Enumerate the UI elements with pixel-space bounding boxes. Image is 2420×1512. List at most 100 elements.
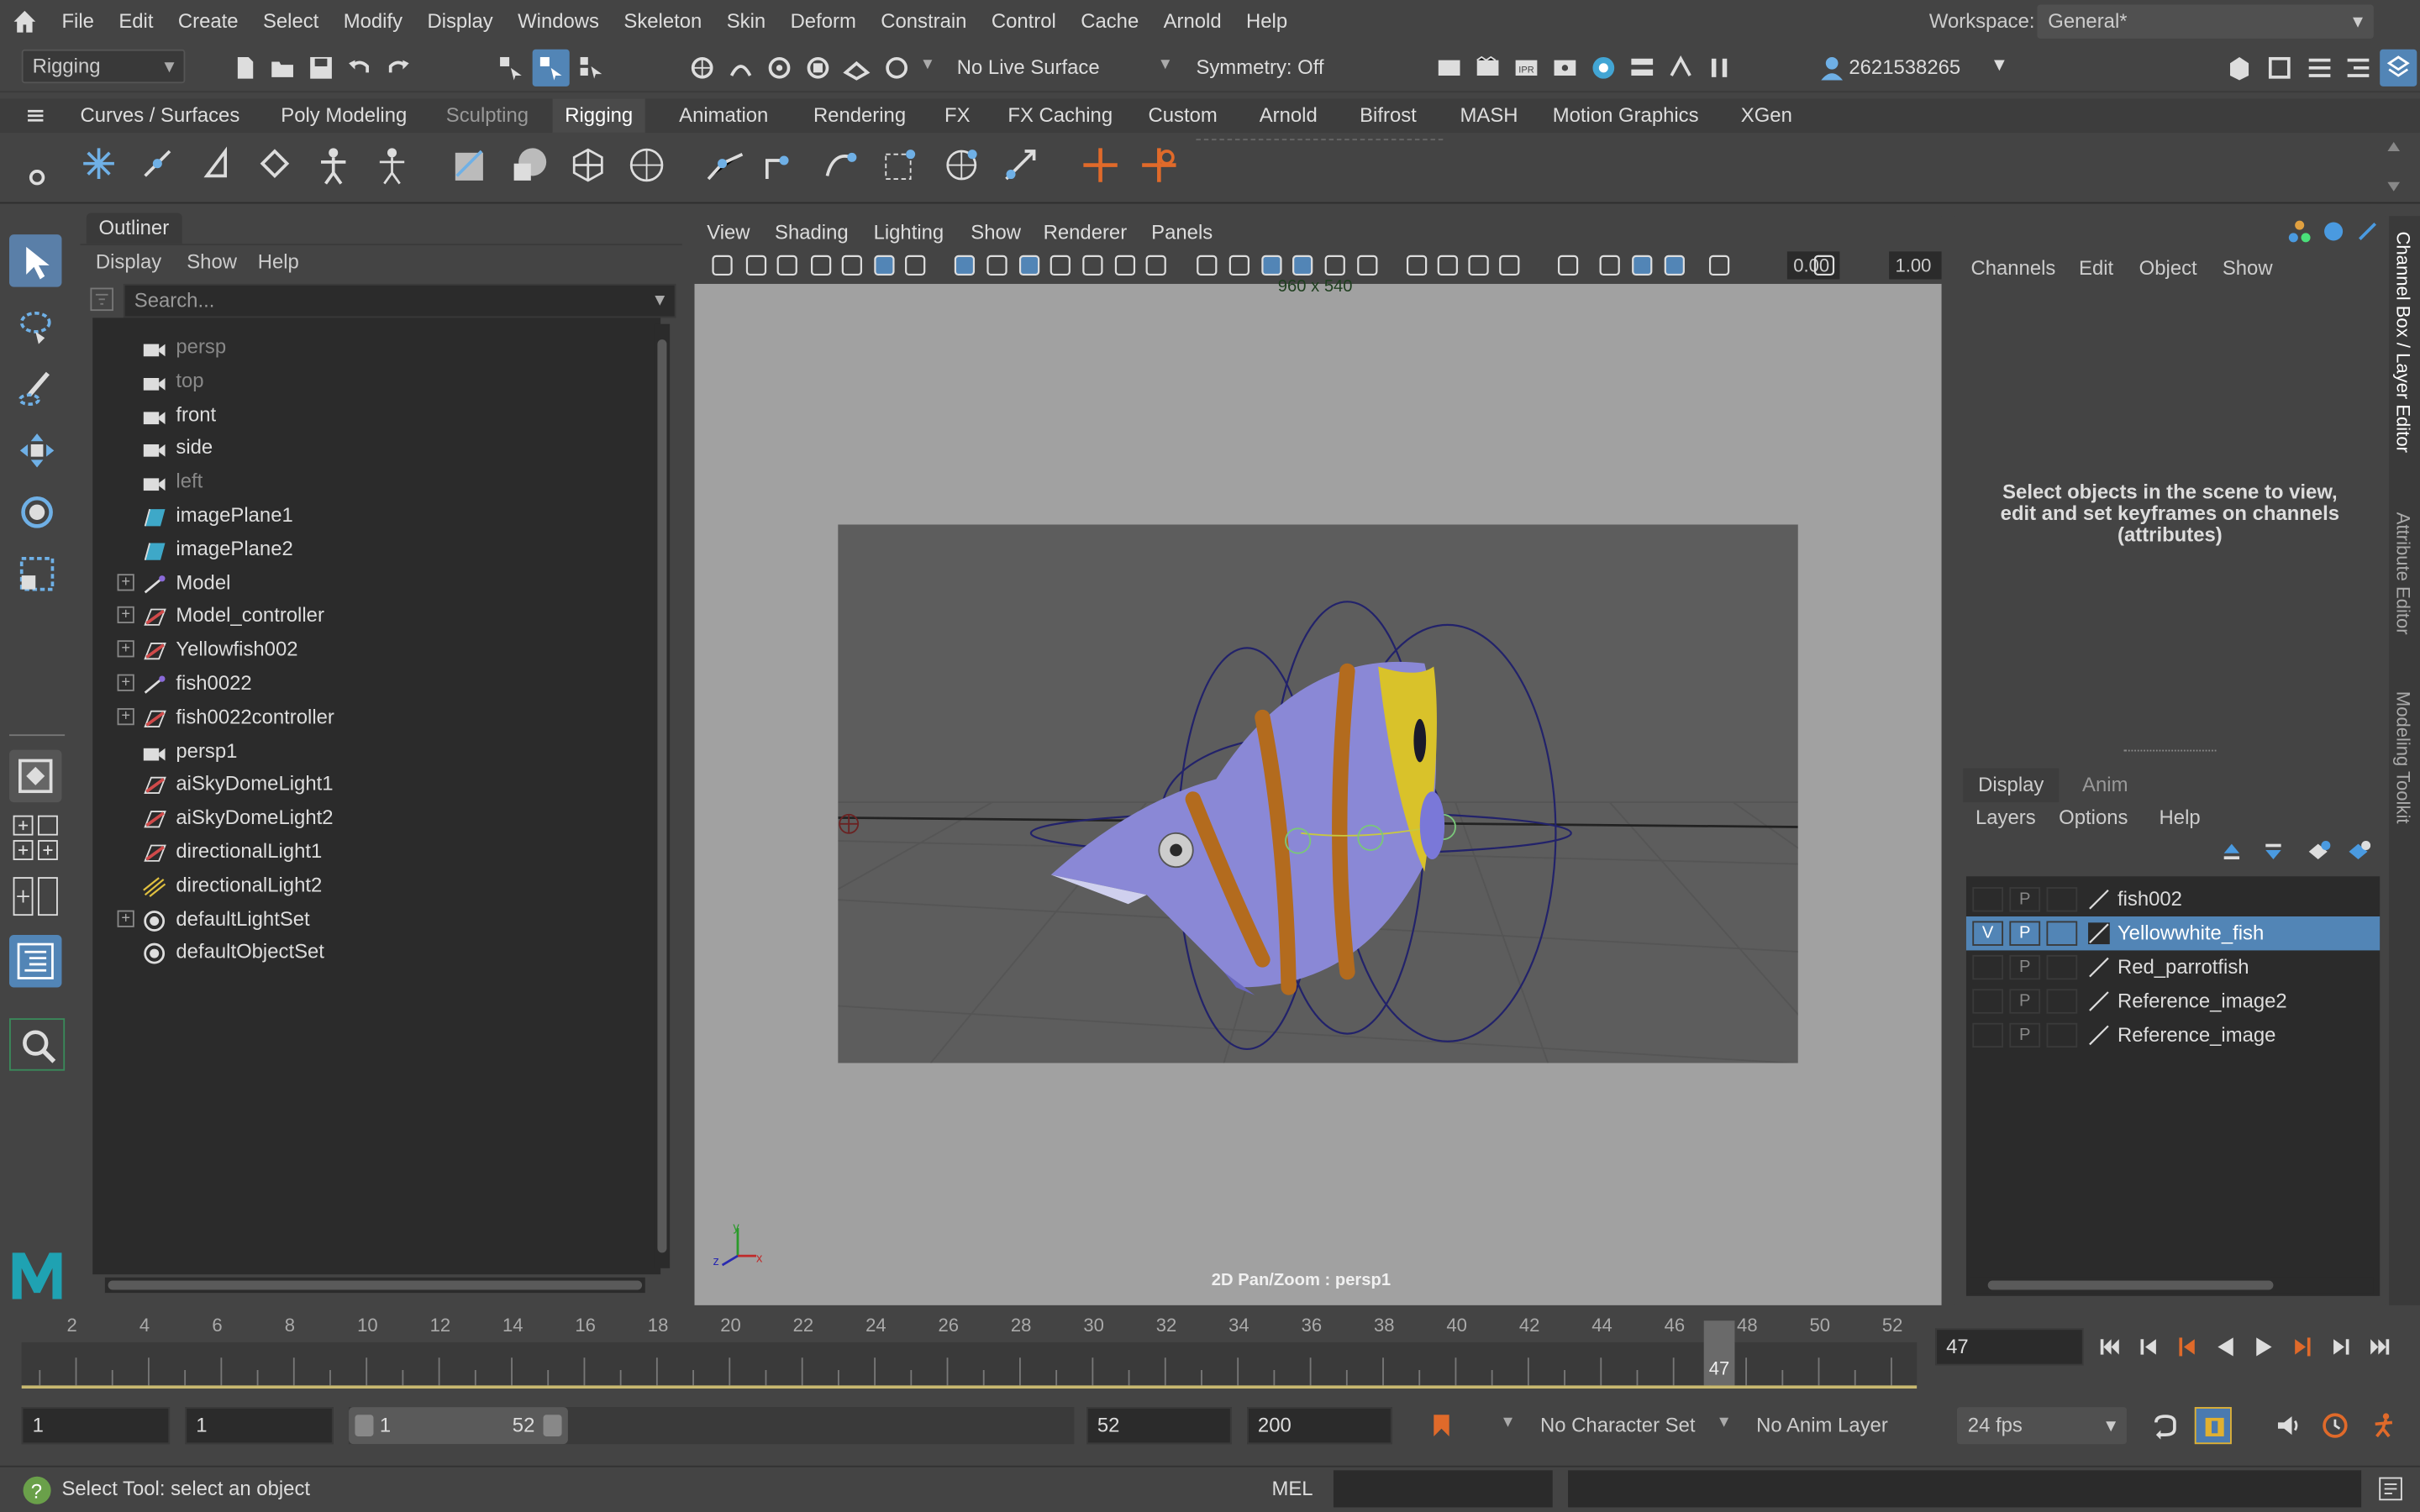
wireframe-icon[interactable] — [1195, 253, 1219, 277]
layer-tab-anim[interactable]: Anim — [2065, 769, 2146, 802]
shelf-scroll-down-icon[interactable] — [2386, 179, 2402, 194]
menu-deform[interactable]: Deform — [778, 0, 869, 43]
safe-action-icon[interactable] — [1113, 253, 1137, 277]
fps-dropdown[interactable]: 24 fps ▾ — [1956, 1407, 2127, 1445]
outliner-item[interactable]: defaultObjectSet — [92, 936, 648, 969]
play-forwards-icon[interactable] — [2250, 1333, 2278, 1361]
layers-horizontal-scrollbar[interactable] — [1969, 1277, 2374, 1294]
select-component-icon[interactable] — [577, 54, 605, 81]
channel-edit-menu[interactable]: Edit — [2079, 253, 2113, 284]
multisample-aa-icon[interactable] — [1466, 253, 1491, 277]
channel-object-menu[interactable]: Object — [2139, 253, 2197, 284]
outliner-item[interactable]: persp — [92, 330, 648, 364]
command-language-toggle[interactable]: MEL — [1271, 1467, 1313, 1510]
locator-icon[interactable] — [1081, 145, 1121, 186]
exposure-icon[interactable] — [1707, 253, 1731, 277]
shelf-tab-rendering[interactable]: Rendering — [801, 99, 918, 133]
shelf-settings-icon[interactable] — [26, 166, 48, 188]
layer-playback-toggle[interactable]: P — [2009, 921, 2041, 946]
save-scene-icon[interactable] — [308, 54, 335, 81]
select-object-mode-button[interactable] — [532, 49, 570, 87]
shelf-scroll-up-icon[interactable] — [2386, 139, 2402, 154]
new-empty-layer-icon[interactable] — [2306, 839, 2331, 864]
outliner-search-input[interactable]: Search... ▼ — [123, 283, 676, 318]
rotate-tool-button[interactable] — [9, 485, 61, 537]
layer-playback-toggle[interactable]: P — [2009, 954, 2041, 980]
viewport-menu-show[interactable]: Show — [971, 216, 1021, 249]
channel-box-toggle[interactable] — [2380, 49, 2417, 87]
step-forward-frame-icon[interactable] — [2328, 1333, 2355, 1361]
chevron-down-icon[interactable]: ▾ — [1503, 1410, 1512, 1432]
character-set-label[interactable]: No Character Set — [1540, 1407, 1695, 1444]
layer-visibility-toggle[interactable] — [1972, 954, 2004, 980]
use-all-lights-icon[interactable] — [1323, 253, 1347, 277]
xray-joints-icon[interactable] — [1630, 253, 1655, 277]
scale-tool-button[interactable] — [9, 546, 61, 598]
viewport-menu-renderer[interactable]: Renderer — [1044, 216, 1128, 249]
outliner-item[interactable]: + Yellowfish002 — [92, 633, 648, 666]
depth-of-field-icon[interactable] — [1497, 253, 1522, 277]
outliner-item[interactable]: front — [92, 397, 648, 431]
chevron-down-icon[interactable]: ▼ — [651, 286, 668, 317]
viewport-canvas[interactable]: 960 x 540 y x z 2D Pan/Zoom: persp1 — [694, 278, 1942, 1305]
lock-camera-icon[interactable] — [744, 253, 768, 277]
point-constraint-icon[interactable] — [880, 145, 923, 186]
scrollbar-thumb[interactable] — [657, 339, 667, 1253]
user-id[interactable]: 2621538265 — [1849, 43, 1960, 92]
filter-icon[interactable] — [90, 287, 114, 312]
render-settings-icon[interactable] — [1551, 54, 1579, 81]
outliner-item[interactable]: + Model — [92, 565, 648, 599]
outliner-item[interactable]: aiSkyDomeLight2 — [92, 801, 648, 835]
hypershade-icon[interactable] — [1590, 54, 1618, 81]
ik-handle-icon[interactable] — [704, 145, 747, 186]
outliner-menu-show[interactable]: Show — [187, 245, 237, 279]
open-scene-icon[interactable] — [269, 54, 297, 81]
menu-modify[interactable]: Modify — [331, 0, 415, 43]
viewport-menu-lighting[interactable]: Lighting — [874, 216, 944, 249]
scrollbar-thumb[interactable] — [1987, 1280, 2274, 1290]
tab-channel-box-layer-editor[interactable]: Channel Box / Layer Editor — [2392, 232, 2414, 453]
outliner-item[interactable]: + defaultLightSet — [92, 902, 648, 936]
display-layer-row[interactable]: P Reference_image — [1966, 1018, 2380, 1052]
outliner-item[interactable]: + Model_controller — [92, 599, 648, 633]
grid-icon[interactable] — [952, 253, 976, 277]
outliner-item[interactable]: left — [92, 465, 648, 498]
step-back-key-icon[interactable] — [2173, 1333, 2201, 1361]
display-layer-row[interactable]: P Reference_image2 — [1966, 984, 2380, 1018]
select-hierarchy-icon[interactable] — [497, 54, 524, 81]
command-input[interactable] — [1333, 1470, 1553, 1508]
outliner-item[interactable]: directionalLight2 — [92, 869, 648, 902]
lasso-tool-button[interactable] — [9, 299, 61, 351]
expand-toggle[interactable]: + — [117, 909, 134, 927]
menu-arnold[interactable]: Arnold — [1151, 0, 1234, 43]
menu-display[interactable]: Display — [415, 0, 506, 43]
outliner-item[interactable]: + fish0022 — [92, 666, 648, 700]
four-view-layout-button[interactable] — [13, 815, 62, 864]
joint-locator-icon[interactable] — [1139, 145, 1179, 186]
snap-curve-icon[interactable] — [727, 54, 755, 81]
layer-playback-toggle[interactable]: P — [2009, 887, 2041, 912]
safe-title-icon[interactable] — [1144, 253, 1168, 277]
viewport-menu-shading[interactable]: Shading — [775, 216, 849, 249]
layer-playback-toggle[interactable]: P — [2009, 1022, 2041, 1048]
move-layer-up-icon[interactable] — [2219, 839, 2244, 864]
shelf-tab-fx-caching[interactable]: FX Caching — [996, 99, 1125, 133]
move-tool-button[interactable] — [9, 423, 61, 475]
time-track[interactable]: 47 — [21, 1320, 1918, 1386]
layer-playback-toggle[interactable]: P — [2009, 989, 2041, 1014]
attribute-editor-icon[interactable] — [2306, 54, 2333, 81]
shelf-tab-xgen[interactable]: XGen — [1728, 99, 1804, 133]
playback-end-field[interactable]: 52 — [1086, 1407, 1232, 1445]
menu-file[interactable]: File — [50, 0, 107, 43]
layer-display-type-toggle[interactable] — [2046, 1022, 2078, 1048]
snap-grid-icon[interactable] — [688, 54, 716, 81]
range-slider-bar[interactable]: 1 52 — [349, 1407, 568, 1445]
menu-skeleton[interactable]: Skeleton — [612, 0, 714, 43]
expand-toggle[interactable]: + — [117, 674, 134, 691]
step-forward-key-icon[interactable] — [2289, 1333, 2317, 1361]
expand-toggle[interactable]: + — [117, 573, 134, 591]
menu-constrain[interactable]: Constrain — [869, 0, 980, 43]
home-icon[interactable] — [11, 8, 39, 35]
image-plane-toggle-icon[interactable] — [839, 253, 864, 277]
current-frame-marker[interactable]: 47 — [1703, 1320, 1735, 1386]
